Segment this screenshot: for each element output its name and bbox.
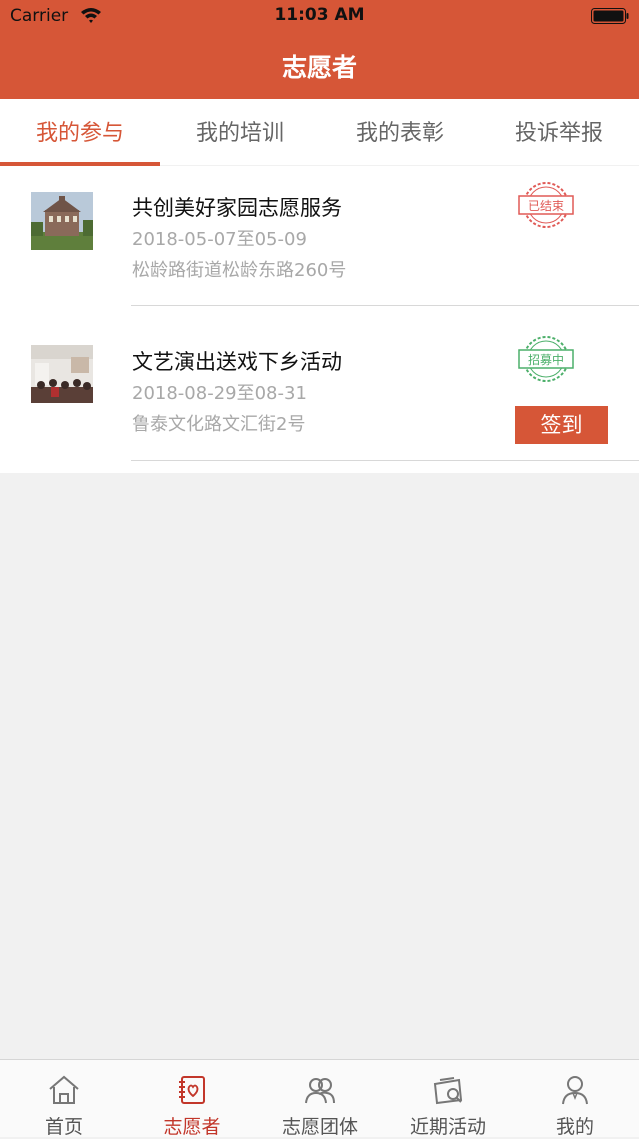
row-divider xyxy=(131,305,639,306)
bottom-tab-bar: 首页 志愿者 志愿团体 近期活动 我的 xyxy=(0,1059,639,1138)
tab-my-participation[interactable]: 我的参与 xyxy=(0,99,160,165)
svg-text:招募中: 招募中 xyxy=(528,352,564,367)
bottom-tab-recent-activities[interactable]: 近期活动 xyxy=(384,1060,512,1138)
activity-date: 2018-08-29至08-31 xyxy=(132,383,307,404)
nav-bar: 志愿者 xyxy=(0,32,639,99)
activity-icon xyxy=(433,1077,463,1105)
activity-thumbnail xyxy=(31,345,93,403)
row-divider xyxy=(131,460,639,461)
clock: 11:03 AM xyxy=(274,5,365,25)
tab-my-training[interactable]: 我的培训 xyxy=(160,99,320,165)
page-title: 志愿者 xyxy=(281,53,357,82)
volunteer-book-icon xyxy=(179,1076,205,1104)
status-stamp-ended: 已结束 xyxy=(518,182,574,228)
battery-icon xyxy=(591,8,629,24)
activity-list: 共创美好家园志愿服务 2018-05-07至05-09 松龄路街道松龄东路260… xyxy=(0,166,639,473)
bottom-tab-label: 我的 xyxy=(555,1116,594,1138)
activity-title: 文艺演出送戏下乡活动 xyxy=(132,350,342,374)
status-stamp-recruiting: 招募中 xyxy=(518,336,574,382)
bottom-tab-label: 志愿团体 xyxy=(281,1116,358,1138)
bottom-tab-label: 首页 xyxy=(44,1116,83,1138)
activity-thumbnail xyxy=(31,192,93,250)
bottom-tab-mine[interactable]: 我的 xyxy=(511,1060,639,1138)
bottom-tab-label: 近期活动 xyxy=(409,1116,486,1138)
svg-text:已结束: 已结束 xyxy=(528,199,564,213)
tab-bar: 我的参与 我的培训 我的表彰 投诉举报 xyxy=(0,99,639,165)
list-item[interactable]: 共创美好家园志愿服务 2018-05-07至05-09 松龄路街道松龄东路260… xyxy=(0,166,639,320)
status-bar: Carrier 11:03 AM xyxy=(0,0,639,32)
bottom-tab-label: 志愿者 xyxy=(163,1116,221,1138)
bottom-tab-home[interactable]: 首页 xyxy=(0,1060,128,1138)
sign-in-button[interactable]: 签到 xyxy=(515,406,608,444)
activity-date: 2018-05-07至05-09 xyxy=(132,229,307,250)
activity-title: 共创美好家园志愿服务 xyxy=(132,196,342,220)
group-icon xyxy=(305,1078,335,1104)
user-icon xyxy=(562,1076,588,1105)
home-icon xyxy=(49,1075,79,1104)
activity-address: 松龄路街道松龄东路260号 xyxy=(132,260,347,281)
list-item[interactable]: 文艺演出送戏下乡活动 2018-08-29至08-31 鲁泰文化路文汇街2号 招… xyxy=(0,320,639,474)
tab-complaint-report[interactable]: 投诉举报 xyxy=(479,99,639,165)
bottom-tab-volunteer[interactable]: 志愿者 xyxy=(128,1060,256,1138)
tab-my-commendation[interactable]: 我的表彰 xyxy=(320,99,480,165)
activity-address: 鲁泰文化路文汇街2号 xyxy=(132,414,306,435)
bottom-tab-groups[interactable]: 志愿团体 xyxy=(256,1060,384,1138)
